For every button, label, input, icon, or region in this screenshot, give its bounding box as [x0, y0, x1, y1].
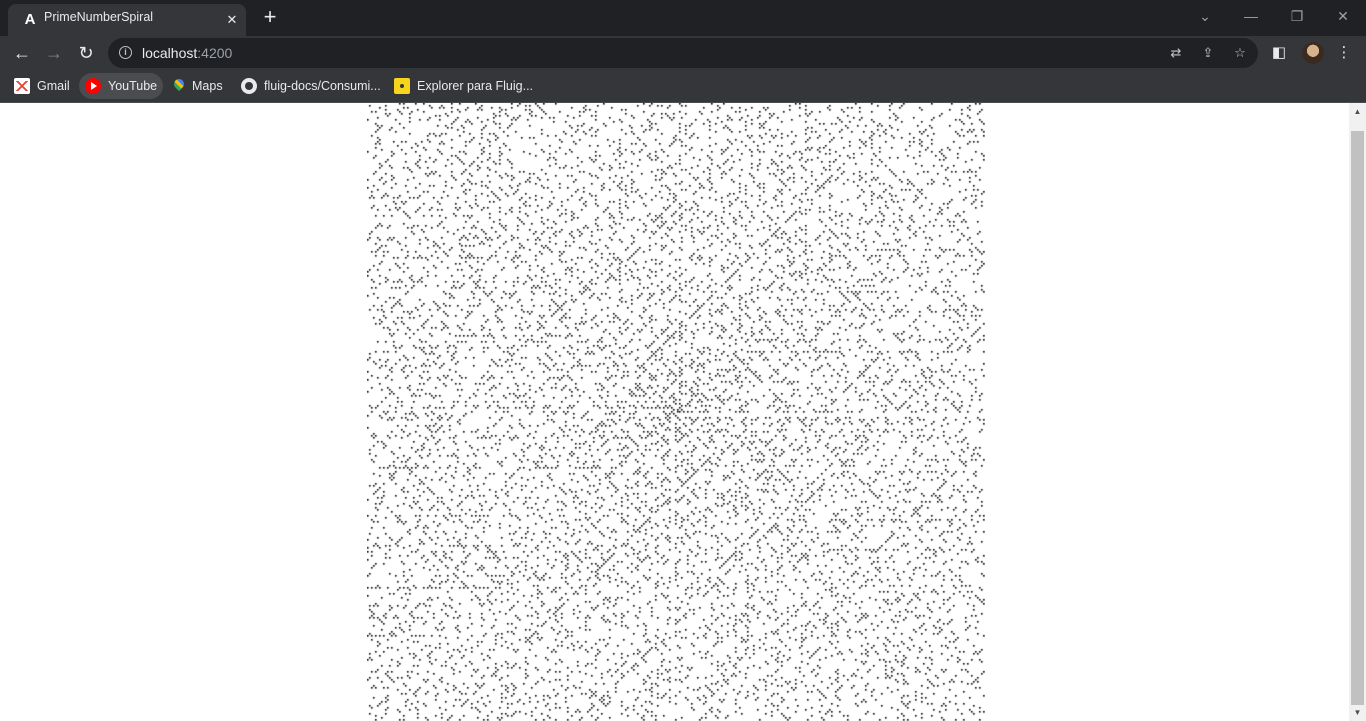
youtube-icon	[85, 78, 101, 94]
bookmark-label: Gmail	[37, 79, 70, 93]
menu-icon[interactable]: ⋮	[1332, 41, 1356, 65]
restore-icon[interactable]: ❐	[1283, 4, 1311, 28]
angular-icon: A	[24, 11, 36, 28]
close-window-icon[interactable]: ✕	[1329, 4, 1357, 28]
scroll-thumb[interactable]	[1351, 131, 1364, 705]
prime-spiral-canvas	[367, 103, 985, 721]
minimize-icon[interactable]: —	[1237, 4, 1265, 28]
back-button[interactable]: ←	[9, 40, 35, 66]
tab-close-icon[interactable]: ✕	[222, 10, 242, 30]
bookmark-label: Explorer para Fluig...	[417, 79, 534, 93]
scroll-up-arrow[interactable]: ▲	[1349, 103, 1366, 120]
bookmark-label: Maps	[192, 79, 223, 93]
explorer-icon	[394, 78, 410, 94]
profile-avatar[interactable]	[1302, 42, 1324, 64]
browser-toolbar: ← → ↻ i localhost:4200 ⇄ ⇪ ☆ ◧ ⋮	[0, 36, 1366, 70]
bookmark-maps[interactable]: Maps	[167, 73, 229, 99]
tab-title: PrimeNumberSpiral	[44, 10, 154, 24]
translate-icon[interactable]: ⇄	[1166, 43, 1186, 63]
bookmark-explorer-fluig[interactable]: Explorer para Fluig...	[388, 73, 539, 99]
bookmark-label: fluig-docs/Consumi...	[264, 79, 381, 93]
bookmark-label: YouTube	[108, 79, 158, 93]
tab-search-icon[interactable]: ⌄	[1191, 4, 1219, 28]
reload-button[interactable]: ↻	[73, 40, 99, 66]
gmail-icon	[14, 78, 30, 94]
bookmark-gmail[interactable]: Gmail	[8, 73, 76, 99]
bookmark-fluig-docs[interactable]: fluig-docs/Consumi...	[235, 73, 387, 99]
scroll-down-arrow[interactable]: ▼	[1349, 704, 1366, 721]
tab-strip: A PrimeNumberSpiral ✕ + ⌄ — ❐ ✕	[0, 0, 1366, 36]
bookmark-star-icon[interactable]: ☆	[1230, 43, 1250, 63]
url-host: localhost	[142, 45, 198, 61]
bookmarks-bar: Gmail YouTube Maps fluig-docs/Consumi...…	[0, 70, 1366, 103]
share-icon[interactable]: ⇪	[1198, 43, 1218, 63]
vertical-scrollbar[interactable]: ▲ ▼	[1349, 103, 1366, 721]
bookmark-youtube[interactable]: YouTube	[79, 73, 164, 99]
maps-icon	[173, 78, 185, 94]
site-info-icon[interactable]: i	[119, 46, 132, 59]
forward-button[interactable]: →	[41, 40, 67, 66]
github-icon	[241, 78, 257, 94]
side-panel-icon[interactable]: ◧	[1267, 41, 1291, 65]
new-tab-button[interactable]: +	[258, 6, 282, 30]
url-port: :4200	[197, 45, 233, 61]
active-tab[interactable]: A PrimeNumberSpiral ✕	[8, 4, 246, 36]
page-viewport	[0, 103, 1349, 721]
address-bar[interactable]: i localhost:4200 ⇄ ⇪ ☆	[108, 38, 1258, 68]
url-text[interactable]: localhost:4200	[142, 38, 232, 68]
